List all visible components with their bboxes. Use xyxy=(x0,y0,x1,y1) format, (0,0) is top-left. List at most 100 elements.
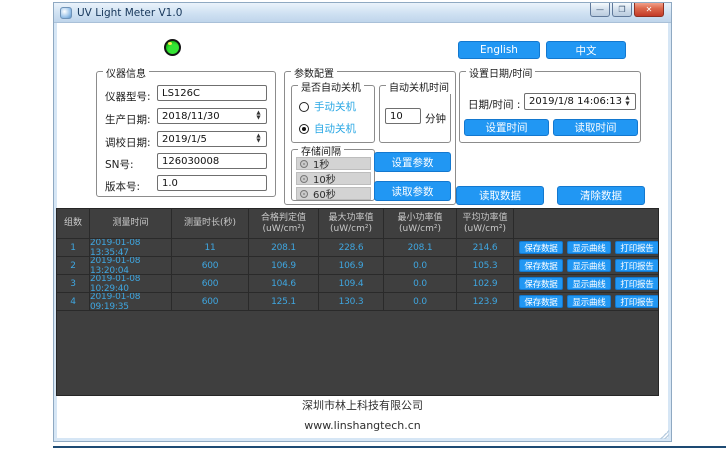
table-header-row: 组数 测量时间 测量时长(秒) 合格判定值(uW/cm²) 最大功率值(uW/c… xyxy=(57,209,658,239)
cell-duration: 600 xyxy=(172,293,249,310)
cell-avg: 102.9 xyxy=(457,275,514,292)
minutes-label: 分钟 xyxy=(425,111,446,126)
datetime-field[interactable]: 2019/1/8 14:06:13 ▲▼ xyxy=(524,93,636,110)
version-label: 版本号: xyxy=(105,179,140,194)
chinese-button[interactable]: 中文 xyxy=(546,41,626,59)
title-bar: UV Light Meter V1.0 — ❐ ✕ xyxy=(54,3,671,23)
cell-min: 0.0 xyxy=(384,275,457,292)
cell-threshold: 125.1 xyxy=(249,293,319,310)
params-legend: 参数配置 xyxy=(291,65,337,80)
cell-duration: 600 xyxy=(172,275,249,292)
sn-label: SN号: xyxy=(105,157,134,172)
app-icon xyxy=(60,7,72,19)
cell-group: 4 xyxy=(57,293,90,310)
auto-off-time-field[interactable]: 10 xyxy=(385,108,421,124)
cell-max: 130.3 xyxy=(319,293,384,310)
window-title: UV Light Meter V1.0 xyxy=(77,7,182,19)
cell-actions: 保存数据 显示曲线 打印报告 xyxy=(514,239,658,256)
datetime-spinner[interactable]: ▲▼ xyxy=(622,94,633,109)
read-time-button[interactable]: 读取时间 xyxy=(553,119,638,136)
spinner-down-icon[interactable]: ▼ xyxy=(625,102,629,108)
cell-group: 1 xyxy=(57,239,90,256)
header-min: 最小功率值(uW/cm²) xyxy=(384,209,457,238)
cell-duration: 11 xyxy=(172,239,249,256)
set-params-button[interactable]: 设置参数 xyxy=(374,152,451,172)
cell-avg: 123.9 xyxy=(457,293,514,310)
read-data-button[interactable]: 读取数据 xyxy=(456,186,544,205)
device-info-group: 仪器信息 仪器型号: LS126C 生产日期: 2018/11/30 ▲▼ 调校… xyxy=(96,71,276,197)
datetime-group: 设置日期/时间 日期/时间 : 2019/1/8 14:06:13 ▲▼ 设置时… xyxy=(459,71,641,143)
calibration-date-field[interactable]: 2019/1/5 ▲▼ xyxy=(157,131,267,147)
cell-actions: 保存数据 显示曲线 打印报告 xyxy=(514,275,658,292)
read-params-button[interactable]: 读取参数 xyxy=(374,181,451,201)
status-led-icon xyxy=(164,39,181,56)
clear-data-button[interactable]: 清除数据 xyxy=(557,186,645,205)
header-group: 组数 xyxy=(57,209,90,238)
website-link[interactable]: www.linshangtech.cn xyxy=(54,419,671,432)
cell-max: 228.6 xyxy=(319,239,384,256)
print-report-button[interactable]: 打印报告 xyxy=(615,259,658,272)
print-report-button[interactable]: 打印报告 xyxy=(615,241,658,254)
header-time: 测量时间 xyxy=(90,209,172,238)
storage-interval-group: 存储间隔 1秒 10秒 60秒 xyxy=(291,149,375,201)
cell-time: 2019-01-08 13:20:04 xyxy=(90,257,172,274)
production-date-label: 生产日期: xyxy=(105,112,151,127)
calibration-date-spinner[interactable]: ▲▼ xyxy=(253,132,264,146)
interval-60s-option: 60秒 xyxy=(296,187,371,200)
manual-off-option[interactable]: 手动关机 xyxy=(299,99,356,114)
minimize-button[interactable]: — xyxy=(590,3,610,17)
model-field[interactable]: LS126C xyxy=(157,85,267,101)
maximize-button[interactable]: ❐ xyxy=(612,3,632,17)
cell-time: 2019-01-08 10:29:40 xyxy=(90,275,172,292)
close-button[interactable]: ✕ xyxy=(634,3,664,17)
cell-max: 106.9 xyxy=(319,257,384,274)
model-label: 仪器型号: xyxy=(105,89,151,104)
show-curve-button[interactable]: 显示曲线 xyxy=(567,277,611,290)
save-data-button[interactable]: 保存数据 xyxy=(519,277,563,290)
table-row: 4 2019-01-08 09:19:35 600 125.1 130.3 0.… xyxy=(57,293,658,311)
auto-off-option[interactable]: 自动关机 xyxy=(299,121,356,136)
calibration-date-label: 调校日期: xyxy=(105,135,151,150)
set-time-button[interactable]: 设置时间 xyxy=(464,119,549,136)
spinner-down-icon[interactable]: ▼ xyxy=(256,139,260,145)
radio-manual-off-icon[interactable] xyxy=(299,102,309,112)
cell-threshold: 106.9 xyxy=(249,257,319,274)
auto-off-group: 是否自动关机 手动关机 自动关机 xyxy=(291,85,375,143)
cell-group: 2 xyxy=(57,257,90,274)
production-date-spinner[interactable]: ▲▼ xyxy=(253,109,264,123)
datetime-legend: 设置日期/时间 xyxy=(466,65,535,80)
print-report-button[interactable]: 打印报告 xyxy=(615,295,658,308)
cell-min: 0.0 xyxy=(384,293,457,310)
spinner-down-icon[interactable]: ▼ xyxy=(256,116,260,122)
header-threshold: 合格判定值(uW/cm²) xyxy=(249,209,319,238)
show-curve-button[interactable]: 显示曲线 xyxy=(567,241,611,254)
cell-actions: 保存数据 显示曲线 打印报告 xyxy=(514,257,658,274)
version-field[interactable]: 1.0 xyxy=(157,175,267,191)
show-curve-button[interactable]: 显示曲线 xyxy=(567,295,611,308)
production-date-field[interactable]: 2018/11/30 ▲▼ xyxy=(157,108,267,124)
save-data-button[interactable]: 保存数据 xyxy=(519,259,563,272)
datetime-label: 日期/时间 : xyxy=(468,97,520,112)
cell-group: 3 xyxy=(57,275,90,292)
cell-duration: 600 xyxy=(172,257,249,274)
cell-threshold: 104.6 xyxy=(249,275,319,292)
cell-time: 2019-01-08 13:35:47 xyxy=(90,239,172,256)
sn-field[interactable]: 126030008 xyxy=(157,153,267,169)
english-button[interactable]: English xyxy=(458,41,540,59)
company-name: 深圳市林上科技有限公司 xyxy=(54,397,671,413)
save-data-button[interactable]: 保存数据 xyxy=(519,295,563,308)
cell-threshold: 208.1 xyxy=(249,239,319,256)
interval-10s-option: 10秒 xyxy=(296,172,371,185)
save-data-button[interactable]: 保存数据 xyxy=(519,241,563,254)
radio-1s-icon xyxy=(300,160,308,168)
table-row: 3 2019-01-08 10:29:40 600 104.6 109.4 0.… xyxy=(57,275,658,293)
window-bottom-edge xyxy=(53,446,726,448)
params-group: 参数配置 是否自动关机 手动关机 自动关机 自动关机时间 10 分钟 存储间隔 xyxy=(284,71,456,205)
auto-off-legend: 是否自动关机 xyxy=(298,79,364,94)
interval-1s-option: 1秒 xyxy=(296,157,371,170)
radio-auto-off-icon[interactable] xyxy=(299,124,309,134)
show-curve-button[interactable]: 显示曲线 xyxy=(567,259,611,272)
radio-60s-icon xyxy=(300,190,308,198)
print-report-button[interactable]: 打印报告 xyxy=(615,277,658,290)
resize-grip[interactable] xyxy=(660,430,669,439)
